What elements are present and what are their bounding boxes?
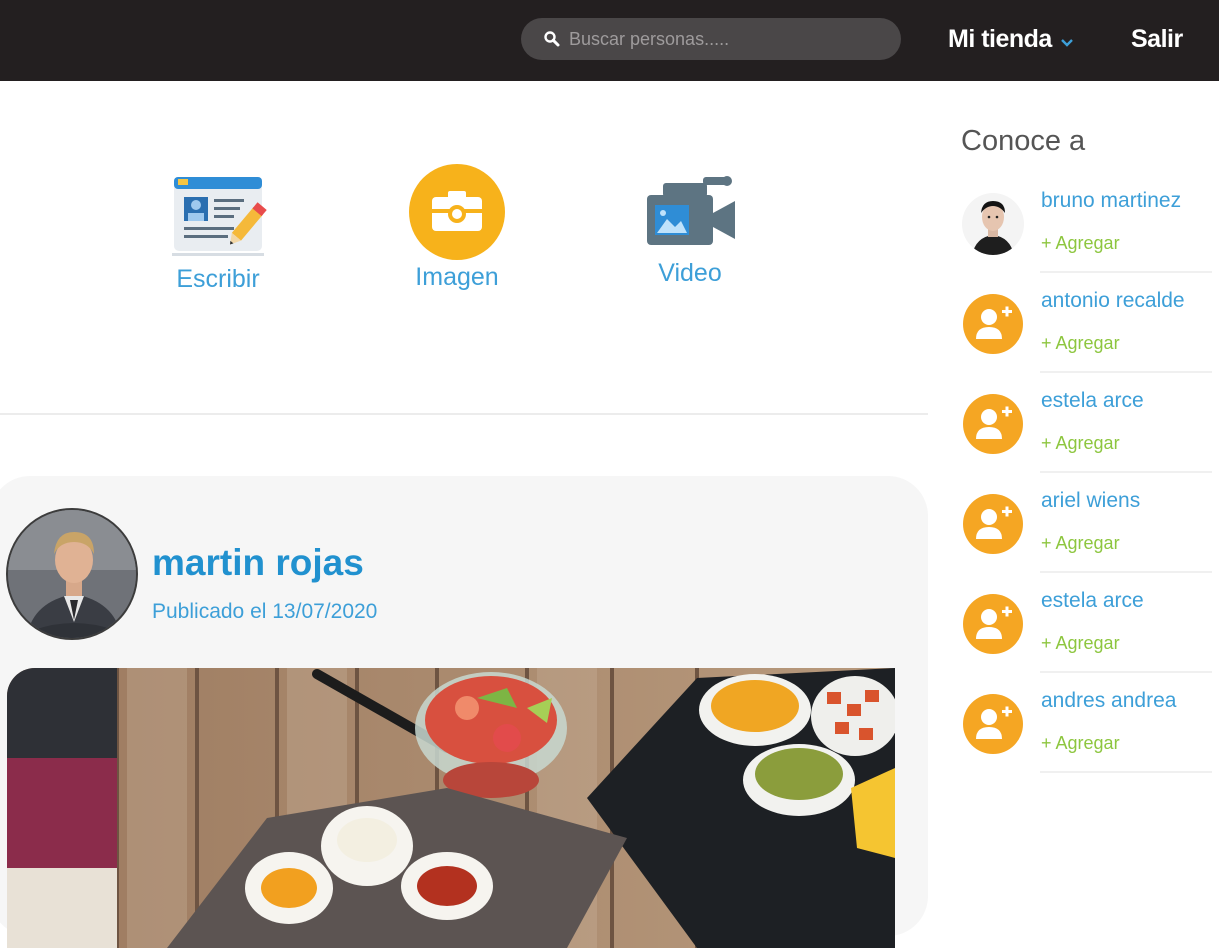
suggestion-item: bruno martinez + Agregar bbox=[960, 181, 1212, 281]
post-card: martin rojas Publicado el 13/07/2020 bbox=[0, 476, 928, 948]
post-image[interactable] bbox=[7, 668, 895, 948]
video-label: Video bbox=[658, 259, 722, 287]
write-card-icon bbox=[172, 177, 267, 256]
search-box[interactable] bbox=[521, 18, 901, 60]
divider bbox=[1040, 571, 1212, 573]
image-label: Imagen bbox=[415, 263, 499, 291]
post-author-name[interactable]: martin rojas bbox=[152, 542, 364, 584]
person-name[interactable]: estela arce bbox=[1041, 389, 1144, 413]
camera-icon bbox=[409, 164, 505, 260]
top-navbar: Mi tienda Salir bbox=[0, 0, 1219, 81]
add-friend-link[interactable]: + Agregar bbox=[1041, 533, 1120, 554]
post-date: Publicado el 13/07/2020 bbox=[152, 600, 378, 623]
image-button[interactable]: Imagen bbox=[377, 163, 537, 292]
logout-link[interactable]: Salir bbox=[1131, 22, 1183, 56]
suggestion-item: antonio recalde + Agregar bbox=[960, 281, 1212, 381]
add-user-icon[interactable] bbox=[962, 393, 1024, 455]
add-friend-link[interactable]: + Agregar bbox=[1041, 733, 1120, 754]
divider bbox=[1040, 471, 1212, 473]
add-friend-link[interactable]: + Agregar bbox=[1041, 233, 1120, 254]
video-button[interactable]: Video bbox=[610, 175, 770, 288]
add-friend-link[interactable]: + Agregar bbox=[1041, 333, 1120, 354]
divider bbox=[1040, 371, 1212, 373]
write-label: Escribir bbox=[176, 265, 260, 293]
divider bbox=[1040, 771, 1212, 773]
suggestions-title: Conoce a bbox=[961, 125, 1086, 157]
video-camera-icon bbox=[647, 176, 735, 245]
divider bbox=[1040, 671, 1212, 673]
person-avatar[interactable] bbox=[962, 193, 1024, 255]
person-name[interactable]: bruno martinez bbox=[1041, 189, 1181, 213]
search-icon bbox=[544, 31, 560, 47]
person-name[interactable]: antonio recalde bbox=[1041, 289, 1185, 313]
add-user-icon[interactable] bbox=[962, 293, 1024, 355]
suggestion-item: estela arce + Agregar bbox=[960, 581, 1212, 681]
add-friend-link[interactable]: + Agregar bbox=[1041, 433, 1120, 454]
people-suggestions: Conoce a bruno martinez + Agregar antoni bbox=[960, 81, 1219, 900]
add-user-icon[interactable] bbox=[962, 693, 1024, 755]
person-name[interactable]: andres andrea bbox=[1041, 689, 1176, 713]
suggestion-item: ariel wiens + Agregar bbox=[960, 481, 1212, 581]
chevron-down-icon bbox=[1060, 39, 1073, 47]
add-friend-link[interactable]: + Agregar bbox=[1041, 633, 1120, 654]
post-composer: Escribir Imagen Video bbox=[0, 81, 928, 415]
divider bbox=[1040, 271, 1212, 273]
suggestion-item: andres andrea + Agregar bbox=[960, 681, 1212, 781]
author-avatar[interactable] bbox=[6, 508, 138, 640]
my-store-label: Mi tienda bbox=[948, 24, 1052, 53]
add-user-icon[interactable] bbox=[962, 593, 1024, 655]
write-button[interactable]: Escribir bbox=[138, 173, 298, 294]
add-user-icon[interactable] bbox=[962, 493, 1024, 555]
suggestion-item: estela arce + Agregar bbox=[960, 381, 1212, 481]
person-name[interactable]: estela arce bbox=[1041, 589, 1144, 613]
person-name[interactable]: ariel wiens bbox=[1041, 489, 1140, 513]
my-store-menu[interactable]: Mi tienda bbox=[948, 22, 1074, 56]
search-input[interactable] bbox=[569, 18, 889, 60]
